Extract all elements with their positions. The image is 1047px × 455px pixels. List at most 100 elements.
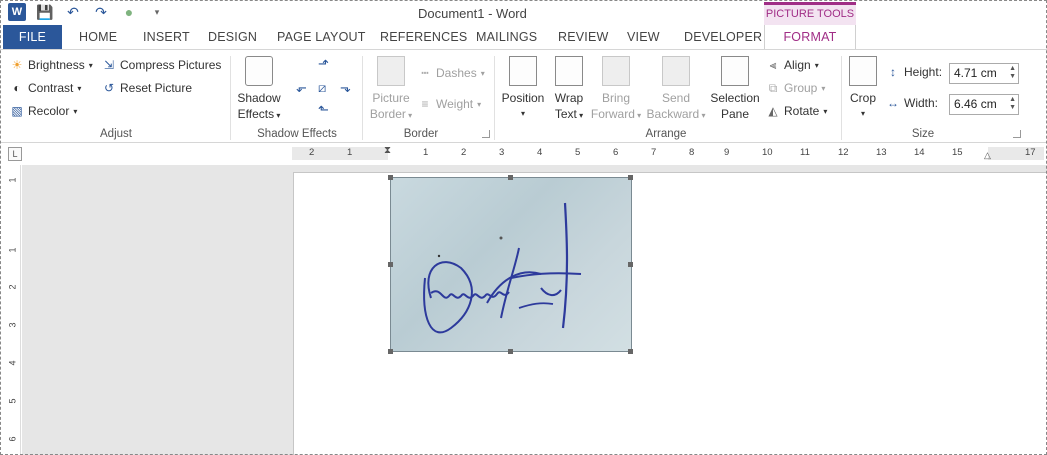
tab-format[interactable]: FORMAT	[764, 25, 856, 49]
tab-references[interactable]: REFERENCES	[380, 25, 467, 49]
shadow-nudge-right-icon[interactable]: ⬎	[340, 80, 351, 96]
ruler-page-area	[388, 147, 988, 160]
recolor-label: Recolor	[28, 104, 70, 118]
rotate-label: Rotate	[784, 104, 820, 118]
quick-access-toolbar: W 💾 ↶ ↷ ● ▾	[8, 3, 166, 21]
crop-icon	[849, 56, 877, 86]
compress-pictures-button[interactable]: ⇲ Compress Pictures	[102, 58, 221, 72]
group-label-size: Size	[911, 128, 935, 140]
vruler-tick: 1	[7, 177, 18, 183]
height-value: 4.71 cm	[954, 66, 997, 80]
tab-file[interactable]: FILE	[3, 25, 62, 49]
tab-page-layout[interactable]: PAGE LAYOUT	[277, 25, 366, 49]
crop-dropdown-icon: ▾	[860, 109, 865, 118]
ruler-tick: 10	[762, 147, 773, 158]
selection-pane-button[interactable]: Selection Pane	[708, 56, 762, 122]
size-dialog-launcher-icon[interactable]	[1013, 130, 1021, 138]
picture-tools-label: PICTURE TOOLS	[765, 8, 855, 20]
tab-mailings[interactable]: MAILINGS	[476, 25, 537, 49]
border-dialog-launcher-icon[interactable]	[482, 130, 490, 138]
right-indent-marker-icon[interactable]: △	[984, 150, 991, 161]
shadow-effects-label-1: Shadow	[237, 91, 281, 105]
shadow-effects-label-2: Effects	[236, 106, 282, 124]
dashes-button[interactable]: ┅ Dashes	[418, 66, 485, 80]
height-spinner-icon[interactable]: ▲ ▼	[1009, 65, 1016, 81]
send-backward-icon	[662, 56, 690, 86]
compress-icon: ⇲	[103, 58, 115, 72]
tab-developer[interactable]: DEVELOPER	[684, 25, 762, 49]
height-input[interactable]: 4.71 cm ▲ ▼	[949, 63, 1019, 84]
separator	[841, 56, 842, 140]
signature-picture[interactable]	[390, 177, 632, 352]
crop-button[interactable]: Crop ▾	[845, 56, 881, 122]
touch-mode-icon[interactable]: ●	[120, 3, 138, 21]
width-label-group: ↔ Width:	[886, 96, 938, 110]
send-backward-button[interactable]: Send Backward	[644, 56, 708, 124]
width-value: 6.46 cm	[954, 97, 997, 111]
reset-picture-icon: ↺	[103, 81, 115, 95]
vruler-tick: 4	[7, 360, 18, 366]
weight-button[interactable]: ≡ Weight	[418, 97, 481, 111]
word-logo-icon[interactable]: W	[8, 3, 26, 21]
shadow-nudge-up-icon[interactable]: ⬏	[318, 56, 329, 72]
reset-picture-button[interactable]: ↺ Reset Picture	[102, 81, 192, 95]
weight-label: Weight	[436, 97, 474, 111]
resize-handle-nw-icon[interactable]	[388, 175, 393, 180]
resize-handle-ne-icon[interactable]	[628, 175, 633, 180]
resize-handle-w-icon[interactable]	[388, 262, 393, 267]
ruler-tick: 8	[689, 147, 695, 158]
separator	[362, 56, 363, 140]
bring-forward-button[interactable]: Bring Forward	[590, 56, 642, 124]
brightness-label: Brightness	[28, 58, 85, 72]
resize-handle-s-icon[interactable]	[508, 349, 513, 354]
align-icon: ⫷	[769, 58, 777, 72]
handwritten-signature	[423, 202, 582, 334]
bring-forward-label-2: Forward	[590, 106, 642, 124]
contrast-button[interactable]: ◐ Contrast	[10, 81, 81, 95]
shadow-effects-button[interactable]: Shadow Effects	[236, 56, 282, 124]
resize-handle-e-icon[interactable]	[628, 262, 633, 267]
reset-label: Reset Picture	[120, 81, 193, 95]
recolor-button[interactable]: ▧ Recolor	[10, 104, 77, 118]
tab-review[interactable]: REVIEW	[558, 25, 609, 49]
undo-icon[interactable]: ↶	[64, 3, 82, 21]
position-label: Position	[501, 91, 545, 105]
resize-handle-n-icon[interactable]	[508, 175, 513, 180]
tab-design[interactable]: DESIGN	[208, 25, 257, 49]
group-button[interactable]: ⧉ Group	[766, 81, 825, 95]
width-input[interactable]: 6.46 cm ▲ ▼	[949, 94, 1019, 115]
ruler-tick: 6	[613, 147, 619, 158]
ruler-tick: 11	[800, 147, 810, 158]
resize-handle-se-icon[interactable]	[628, 349, 633, 354]
shadow-toggle-icon[interactable]: ⧄	[318, 80, 326, 96]
rotate-button[interactable]: ◭ Rotate	[766, 104, 827, 118]
tab-view[interactable]: VIEW	[627, 25, 660, 49]
save-icon[interactable]: 💾	[36, 3, 54, 21]
rotate-icon: ◭	[768, 104, 778, 118]
position-button[interactable]: Position ▾	[498, 56, 548, 122]
width-spinner-icon[interactable]: ▲ ▼	[1009, 96, 1016, 112]
align-button[interactable]: ⫷ Align	[766, 58, 819, 72]
customize-qat-icon[interactable]: ▾	[148, 3, 166, 21]
ribbon: ☀ Brightness ◐ Contrast ▧ Recolor ⇲ Comp…	[0, 49, 1047, 143]
redo-icon[interactable]: ↷	[92, 3, 110, 21]
tab-insert[interactable]: INSERT	[143, 25, 190, 49]
resize-handle-sw-icon[interactable]	[388, 349, 393, 354]
left-indent-marker-icon[interactable]: ⧗	[384, 145, 391, 156]
tab-selector[interactable]: L	[8, 147, 22, 161]
height-label: Height:	[904, 65, 943, 79]
window-title: Document1 - Word	[418, 6, 527, 21]
shadow-effects-icon	[245, 56, 273, 86]
picture-border-button[interactable]: Picture Border	[368, 56, 414, 124]
compress-label: Compress Pictures	[120, 58, 222, 72]
brightness-icon: ☀	[11, 58, 23, 72]
brightness-button[interactable]: ☀ Brightness	[10, 58, 93, 72]
wrap-text-button[interactable]: Wrap Text	[550, 56, 588, 124]
contrast-label: Contrast	[28, 81, 74, 95]
group-icon: ⧉	[768, 81, 778, 95]
horizontal-ruler[interactable]: 2 1 1 2 3 4 5 6 7 8 9 10 11 12 13 14 15 …	[292, 145, 1044, 161]
tab-home[interactable]: HOME	[79, 25, 117, 49]
shadow-nudge-down-icon[interactable]: ⬑	[318, 102, 329, 118]
vertical-ruler[interactable]: 1 1 2 3 4 5 6	[8, 165, 21, 455]
shadow-nudge-left-icon[interactable]: ⬐	[296, 80, 307, 96]
